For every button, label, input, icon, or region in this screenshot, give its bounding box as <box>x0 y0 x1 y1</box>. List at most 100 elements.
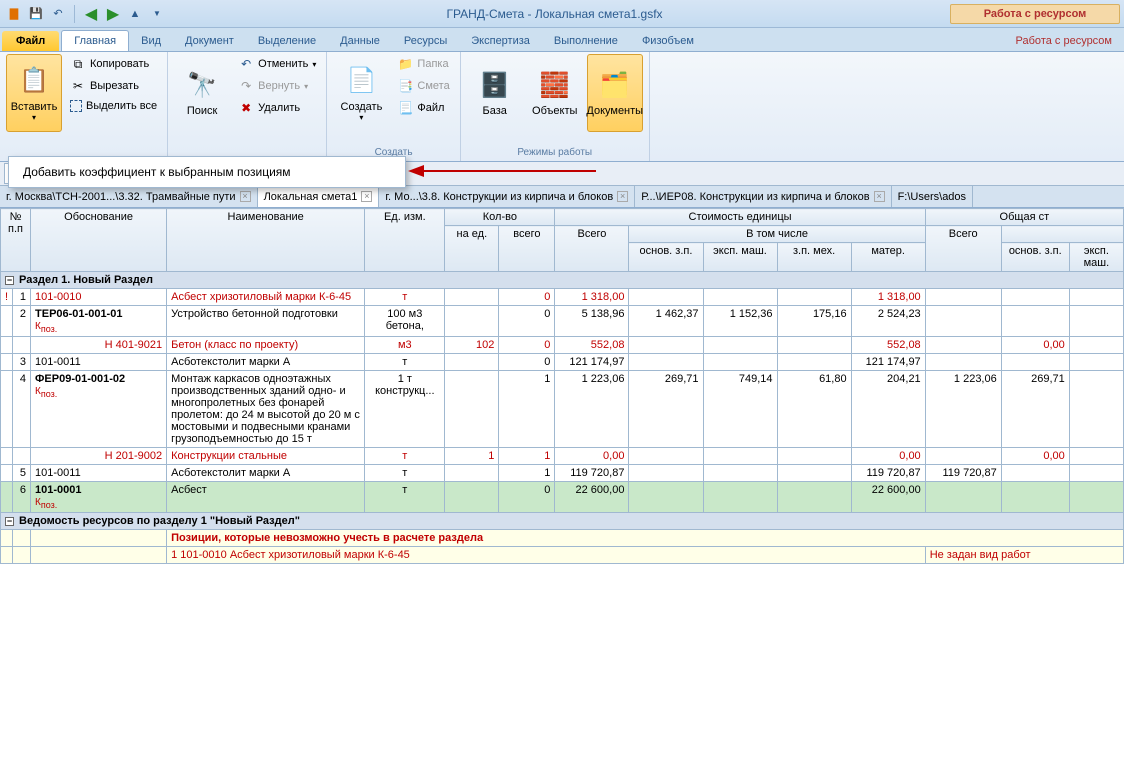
cell[interactable]: 269,71 <box>1001 371 1069 448</box>
cell[interactable]: 204,21 <box>851 371 925 448</box>
cell[interactable]: 0 <box>499 337 555 354</box>
cell[interactable]: 2 <box>13 306 31 337</box>
cell[interactable] <box>1069 354 1123 371</box>
cell[interactable] <box>925 306 1001 337</box>
doc-tab[interactable]: г. Москва\ТСН-2001...\3.32. Трамвайные п… <box>0 186 258 207</box>
cell[interactable] <box>1069 448 1123 465</box>
cell[interactable]: 1 318,00 <box>851 289 925 306</box>
cell[interactable] <box>703 482 777 513</box>
cell[interactable] <box>13 337 31 354</box>
tab-file[interactable]: Файл <box>2 31 59 51</box>
cell[interactable] <box>1001 354 1069 371</box>
cell[interactable]: 0 <box>499 482 555 513</box>
cell[interactable]: 101-0011 <box>31 465 167 482</box>
cell[interactable]: 0 <box>499 289 555 306</box>
doc-tab[interactable]: Локальная смета1× <box>258 186 380 207</box>
cell[interactable]: 0,00 <box>555 448 629 465</box>
cell[interactable]: т <box>365 354 445 371</box>
close-icon[interactable]: × <box>617 191 628 202</box>
col-stoim[interactable]: Стоимость единицы <box>555 209 925 226</box>
cell[interactable]: 0 <box>499 306 555 337</box>
cell[interactable] <box>1 448 13 465</box>
cell[interactable]: Бетон (класс по проекту) <box>167 337 365 354</box>
cell[interactable]: 119 720,87 <box>555 465 629 482</box>
cell[interactable] <box>1001 289 1069 306</box>
tab-view[interactable]: Вид <box>129 31 173 51</box>
cell[interactable] <box>777 448 851 465</box>
cell[interactable]: Н 201-9002 <box>31 448 167 465</box>
cell[interactable]: 1 <box>499 465 555 482</box>
col-tvsego[interactable]: Всего <box>925 226 1001 272</box>
cell[interactable]: Устройство бетонной подготовки <box>167 306 365 337</box>
cell[interactable]: ТЕР06-01-001-01Кпоз. <box>31 306 167 337</box>
cell[interactable] <box>13 530 31 547</box>
collapse-icon[interactable]: − <box>5 276 14 285</box>
documents-button[interactable]: 🗂️ Документы <box>587 54 643 132</box>
cell[interactable] <box>629 337 703 354</box>
cell[interactable] <box>925 289 1001 306</box>
col-obos[interactable]: Обоснование <box>31 209 167 272</box>
cell[interactable] <box>1069 465 1123 482</box>
search-button[interactable]: 🔭 Поиск <box>174 54 230 132</box>
cell[interactable] <box>1 465 13 482</box>
cell[interactable] <box>1 354 13 371</box>
col-name[interactable]: Наименование <box>167 209 365 272</box>
cell[interactable] <box>629 354 703 371</box>
doc-tab[interactable]: Р...\ИЕР08. Конструкции из кирпича и бло… <box>635 186 891 207</box>
resource-section-row[interactable]: − Ведомость ресурсов по разделу 1 "Новый… <box>1 513 1124 530</box>
cell[interactable] <box>445 482 499 513</box>
cell[interactable]: 102 <box>445 337 499 354</box>
cell[interactable]: 552,08 <box>555 337 629 354</box>
folder-button[interactable]: 📁Папка <box>393 54 453 74</box>
forward-icon[interactable]: ▶ <box>103 4 123 24</box>
cell[interactable] <box>1 482 13 513</box>
cell[interactable] <box>629 482 703 513</box>
up-icon[interactable]: ▲ <box>125 4 145 24</box>
cell[interactable] <box>777 465 851 482</box>
cell[interactable]: ! <box>1 289 13 306</box>
cell[interactable] <box>703 289 777 306</box>
cell[interactable]: т <box>365 482 445 513</box>
cell[interactable] <box>703 354 777 371</box>
col-zpm[interactable]: з.п. мех. <box>777 243 851 272</box>
tab-context-resource[interactable]: Работа с ресурсом <box>1004 31 1124 51</box>
cell[interactable] <box>1069 306 1123 337</box>
cell[interactable] <box>445 354 499 371</box>
close-icon[interactable]: × <box>240 191 251 202</box>
cell[interactable] <box>703 465 777 482</box>
cell[interactable] <box>777 337 851 354</box>
save-icon[interactable]: 💾 <box>26 4 46 24</box>
cell[interactable] <box>31 530 167 547</box>
base-button[interactable]: 🗄️ База <box>467 54 523 132</box>
cell[interactable] <box>703 337 777 354</box>
cell[interactable]: 2 524,23 <box>851 306 925 337</box>
col-eksp[interactable]: эксп. маш. <box>703 243 777 272</box>
tab-physvolume[interactable]: Физобъем <box>630 31 706 51</box>
table-row[interactable]: 4ФЕР09-01-001-02Кпоз.Монтаж каркасов одн… <box>1 371 1124 448</box>
cell[interactable] <box>925 482 1001 513</box>
doc-tab[interactable]: F:\Users\ados <box>892 186 973 207</box>
data-grid[interactable]: № п.п Обоснование Наименование Ед. изм. … <box>0 208 1124 564</box>
redo-button[interactable]: ↷Вернуть ▾ <box>234 76 320 96</box>
cell[interactable]: 0,00 <box>851 448 925 465</box>
cell[interactable]: Асботекстолит марки А <box>167 354 365 371</box>
cell[interactable] <box>13 547 31 564</box>
cell[interactable]: 101-0011 <box>31 354 167 371</box>
cell[interactable] <box>629 448 703 465</box>
cell[interactable]: 1 152,36 <box>703 306 777 337</box>
cell[interactable] <box>629 465 703 482</box>
create-button[interactable]: 📄 Создать ▾ <box>333 54 389 132</box>
cell[interactable]: Асботекстолит марки А <box>167 465 365 482</box>
cell[interactable] <box>1069 482 1123 513</box>
tab-main[interactable]: Главная <box>61 30 129 51</box>
cell[interactable]: 175,16 <box>777 306 851 337</box>
grid-area[interactable]: № п.п Обоснование Наименование Ед. изм. … <box>0 208 1124 736</box>
table-row[interactable]: 5101-0011Асботекстолит марки Ат1119 720,… <box>1 465 1124 482</box>
app-icon[interactable]: ▇ <box>4 4 24 24</box>
section-row[interactable]: − Раздел 1. Новый Раздел <box>1 272 1124 289</box>
table-row[interactable]: !1101-0010Асбест хризотиловый марки К-6-… <box>1 289 1124 306</box>
col-teksp[interactable]: эксп. маш. <box>1069 243 1123 272</box>
cell[interactable] <box>1 337 13 354</box>
tab-expertise[interactable]: Экспертиза <box>459 31 542 51</box>
cell[interactable]: 1 т конструкц... <box>365 371 445 448</box>
